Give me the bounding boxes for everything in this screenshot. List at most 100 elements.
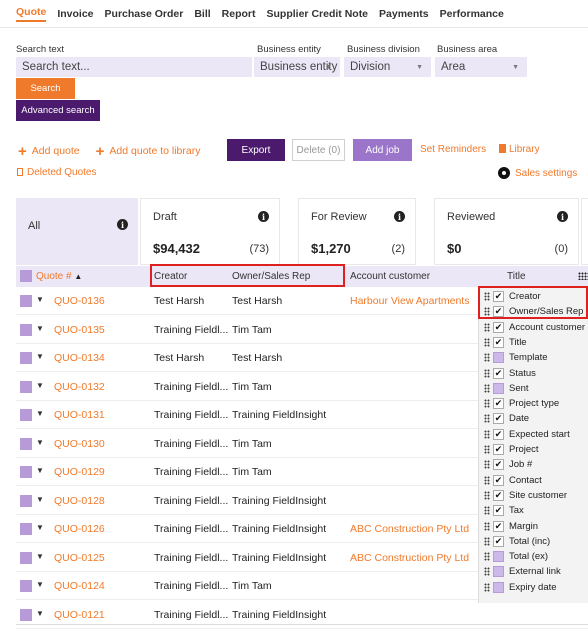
column-option-job[interactable]: ✔ Job # bbox=[479, 458, 588, 471]
column-option-margin[interactable]: ✔ Margin bbox=[479, 520, 588, 533]
search-button[interactable]: Search bbox=[16, 78, 75, 99]
account-customer-link[interactable]: ABC Construction Pty Ltd bbox=[350, 552, 469, 564]
title-header[interactable]: Title bbox=[507, 271, 526, 282]
drag-handle-icon[interactable] bbox=[484, 475, 490, 485]
info-icon[interactable]: i bbox=[557, 211, 568, 222]
column-option-project-type[interactable]: ✔ Project type bbox=[479, 397, 588, 410]
drag-handle-icon[interactable] bbox=[484, 552, 490, 562]
row-checkbox[interactable] bbox=[20, 608, 32, 621]
expand-chevron-icon[interactable]: ▼ bbox=[36, 295, 44, 304]
business-entity-select[interactable]: Business entity ▼ bbox=[254, 57, 340, 77]
drag-handle-icon[interactable] bbox=[484, 445, 490, 454]
column-option-tax[interactable]: ✔ Tax bbox=[479, 504, 588, 517]
column-checkbox[interactable]: ✔ bbox=[493, 428, 504, 440]
row-checkbox[interactable] bbox=[20, 409, 32, 421]
tab-invoice[interactable]: Invoice bbox=[57, 8, 93, 20]
quote-number-link[interactable]: QUO-0131 bbox=[54, 409, 105, 421]
quote-number-link[interactable]: QUO-0124 bbox=[54, 580, 105, 592]
column-checkbox[interactable] bbox=[493, 581, 504, 593]
column-option-date[interactable]: ✔ Date bbox=[479, 412, 588, 425]
drag-handle-icon[interactable] bbox=[484, 506, 490, 516]
column-checkbox[interactable]: ✔ bbox=[493, 336, 504, 348]
info-icon[interactable]: i bbox=[117, 219, 128, 230]
tab-report[interactable]: Report bbox=[222, 8, 256, 20]
division-select[interactable]: Division ▼ bbox=[344, 57, 431, 77]
add-job-button[interactable]: Add job bbox=[353, 139, 412, 161]
column-option-total-inc[interactable]: ✔ Total (inc) bbox=[479, 535, 588, 548]
column-checkbox[interactable]: ✔ bbox=[493, 535, 504, 547]
column-checkbox[interactable]: ✔ bbox=[493, 489, 504, 501]
column-checkbox[interactable]: ✔ bbox=[493, 520, 504, 532]
row-checkbox[interactable] bbox=[20, 352, 32, 364]
status-card-a[interactable]: A$ bbox=[581, 198, 588, 265]
row-checkbox[interactable] bbox=[20, 580, 32, 592]
row-checkbox[interactable] bbox=[20, 494, 32, 507]
drag-handle-icon[interactable] bbox=[484, 536, 490, 546]
status-card-all[interactable]: All i bbox=[16, 198, 138, 265]
quote-number-link[interactable]: QUO-0134 bbox=[54, 352, 105, 364]
expand-chevron-icon[interactable]: ▼ bbox=[36, 381, 44, 390]
quote-number-header[interactable]: Quote # ▲ bbox=[36, 271, 82, 282]
quote-number-link[interactable]: QUO-0126 bbox=[54, 523, 105, 535]
column-checkbox[interactable]: ✔ bbox=[493, 398, 504, 410]
column-option-status[interactable]: ✔ Status bbox=[479, 367, 588, 380]
set-reminders-link[interactable]: Set Reminders bbox=[420, 144, 486, 155]
drag-handle-icon[interactable] bbox=[484, 429, 490, 439]
expand-chevron-icon[interactable]: ▼ bbox=[36, 466, 44, 475]
status-card-draft[interactable]: Draft i $94,432 (73) bbox=[140, 198, 280, 265]
tab-payments[interactable]: Payments bbox=[379, 8, 429, 20]
quote-number-link[interactable]: QUO-0136 bbox=[54, 295, 105, 307]
column-checkbox[interactable]: ✔ bbox=[493, 474, 504, 486]
row-checkbox[interactable] bbox=[20, 437, 32, 450]
column-checkbox[interactable]: ✔ bbox=[493, 413, 504, 425]
column-checkbox[interactable] bbox=[493, 551, 504, 563]
expand-chevron-icon[interactable]: ▼ bbox=[36, 409, 44, 418]
column-option-template[interactable]: Template bbox=[479, 351, 588, 364]
quote-number-link[interactable]: QUO-0132 bbox=[54, 381, 105, 393]
sales-settings-link[interactable]: Sales settings bbox=[498, 167, 577, 179]
drag-handle-icon[interactable] bbox=[484, 521, 490, 531]
column-checkbox[interactable]: ✔ bbox=[493, 367, 504, 379]
column-option-expected-start[interactable]: ✔ Expected start bbox=[479, 428, 588, 441]
row-checkbox[interactable] bbox=[20, 523, 32, 535]
drag-handle-icon[interactable] bbox=[484, 337, 490, 347]
column-checkbox[interactable]: ✔ bbox=[493, 459, 504, 471]
drag-handle-icon[interactable] bbox=[484, 460, 490, 470]
row-checkbox[interactable] bbox=[20, 551, 32, 564]
expand-chevron-icon[interactable]: ▼ bbox=[36, 580, 44, 589]
account-customer-link[interactable]: Harbour View Apartments bbox=[350, 295, 469, 307]
column-checkbox[interactable] bbox=[493, 352, 504, 364]
tab-quote[interactable]: Quote bbox=[16, 6, 47, 22]
drag-handle-icon[interactable] bbox=[484, 383, 490, 393]
column-option-external-link[interactable]: External link bbox=[479, 565, 588, 578]
tab-purchase-order[interactable]: Purchase Order bbox=[105, 8, 184, 20]
expand-chevron-icon[interactable]: ▼ bbox=[36, 352, 44, 361]
drag-handle-icon[interactable] bbox=[484, 322, 490, 332]
column-option-site-customer[interactable]: ✔ Site customer bbox=[479, 489, 588, 502]
expand-chevron-icon[interactable]: ▼ bbox=[36, 438, 44, 447]
expand-chevron-icon[interactable]: ▼ bbox=[36, 609, 44, 618]
drag-handle-icon[interactable] bbox=[484, 414, 490, 424]
delete-button[interactable]: Delete (0) bbox=[292, 139, 345, 161]
account-customer-link[interactable]: ABC Construction Pty Ltd bbox=[350, 523, 469, 535]
column-option-sent[interactable]: Sent bbox=[479, 382, 588, 395]
column-checkbox[interactable]: ✔ bbox=[493, 505, 504, 517]
area-select[interactable]: Area ▼ bbox=[435, 57, 527, 77]
column-option-expiry-date[interactable]: Expiry date bbox=[479, 581, 588, 594]
quote-number-link[interactable]: QUO-0128 bbox=[54, 495, 105, 507]
column-option-total-ex[interactable]: Total (ex) bbox=[479, 550, 588, 563]
column-checkbox[interactable] bbox=[493, 382, 504, 394]
drag-handle-icon[interactable] bbox=[484, 582, 490, 592]
column-checkbox[interactable]: ✔ bbox=[493, 321, 504, 333]
drag-handle-icon[interactable] bbox=[484, 490, 490, 500]
expand-chevron-icon[interactable]: ▼ bbox=[36, 495, 44, 504]
expand-chevron-icon[interactable]: ▼ bbox=[36, 552, 44, 561]
info-icon[interactable]: i bbox=[394, 211, 405, 222]
expand-chevron-icon[interactable]: ▼ bbox=[36, 523, 44, 532]
expand-chevron-icon[interactable]: ▼ bbox=[36, 324, 44, 333]
quote-number-link[interactable]: QUO-0125 bbox=[54, 552, 105, 564]
drag-handle-icon[interactable] bbox=[484, 567, 490, 577]
drag-handle-icon[interactable] bbox=[484, 368, 490, 378]
tab-performance[interactable]: Performance bbox=[440, 8, 504, 20]
column-option-title[interactable]: ✔ Title bbox=[479, 336, 588, 349]
